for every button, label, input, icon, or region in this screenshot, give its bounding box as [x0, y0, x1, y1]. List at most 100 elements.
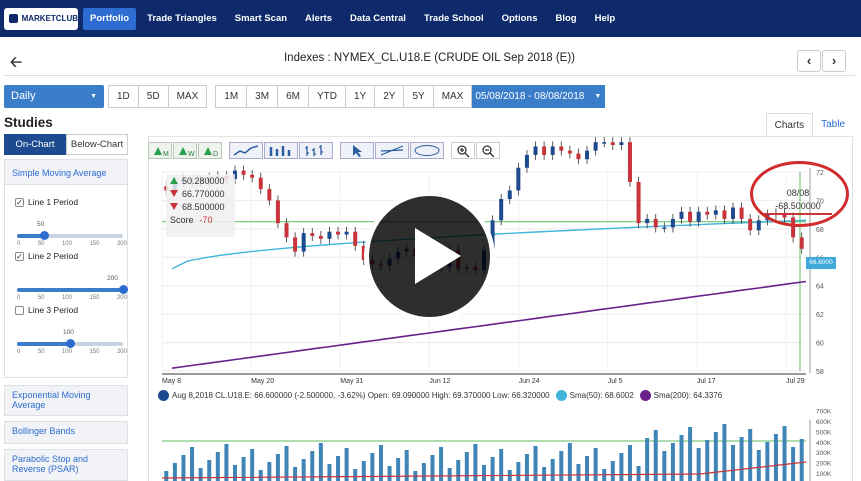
nav-options[interactable]: Options: [495, 8, 545, 30]
range-3m-button[interactable]: 3M: [246, 84, 279, 108]
line3-checkbox-row[interactable]: Line 3 Period: [15, 305, 78, 315]
studies-tabs: On-Chart Below-Chart: [4, 134, 128, 155]
line3-slider-knob[interactable]: [66, 339, 75, 348]
arrow-left-icon[interactable]: 🡠: [10, 52, 22, 77]
tab-on-chart[interactable]: On-Chart: [4, 134, 66, 155]
sma50-series-icon: [555, 390, 567, 401]
studies-title: Studies: [4, 115, 53, 130]
up-triangle-icon: [170, 177, 178, 184]
line2-value: 200: [107, 275, 118, 282]
annotation-box: 08/08 -68.500000: [764, 188, 832, 215]
interval-dropdown[interactable]: Daily ▼: [4, 84, 104, 108]
nav-alerts[interactable]: Alerts: [298, 8, 339, 30]
range-max-button[interactable]: MAX: [432, 84, 473, 108]
title-bar: Indexes : NYMEX_CL.U18.E (CRUDE OIL Sep …: [4, 44, 855, 76]
bollinger-panel[interactable]: Bollinger Bands: [4, 421, 128, 444]
chart-legend: Aug 8,2018 CL.U18.E: 66.600000 (-2.50000…: [158, 390, 722, 401]
line1-slider[interactable]: [17, 231, 123, 240]
down-signal-value-2: 68.500000: [182, 201, 225, 212]
date-range-dropdown[interactable]: 05/08/2018 - 08/08/2018 ▼: [472, 84, 606, 108]
date-range-value: 05/08/2018 - 08/08/2018: [475, 90, 585, 102]
nav-portfolio[interactable]: Portfolio: [83, 7, 137, 30]
ohlc-chart-icon[interactable]: [299, 142, 333, 159]
legend-main: Aug 8,2018 CL.U18.E: 66.600000 (-2.50000…: [172, 391, 550, 400]
sma-panel-header[interactable]: Simple Moving Average: [5, 160, 127, 185]
chevron-left-icon[interactable]: ‹: [797, 50, 821, 72]
nav-data-central[interactable]: Data Central: [343, 8, 413, 30]
toolbar-m-label: M: [163, 151, 169, 158]
up-signal-value: 50.280000: [182, 175, 225, 186]
line1-value: 50: [37, 221, 45, 228]
measure-tool-icon[interactable]: [410, 142, 444, 159]
cursor-pointer-icon[interactable]: [340, 142, 374, 159]
line2-checkbox-row[interactable]: ✓ Line 2 Period: [15, 251, 78, 261]
trendline-draw-icon[interactable]: [375, 142, 409, 159]
video-play-button[interactable]: [364, 191, 495, 322]
range-5d-button[interactable]: 5D: [137, 84, 169, 108]
caret-down-icon: ▼: [90, 92, 97, 100]
toolbar-d-label: D: [213, 151, 218, 158]
range-1m-button[interactable]: 1M: [215, 84, 248, 108]
line1-checkbox[interactable]: ✓: [15, 197, 24, 207]
down-signal-value-1: 66.770000: [182, 188, 225, 199]
chart-view-tabs: Charts Table: [765, 113, 853, 137]
bollinger-title: Bollinger Bands: [12, 426, 76, 436]
line1-slider-knob[interactable]: [39, 231, 49, 240]
range-max-intraday-button[interactable]: MAX: [167, 84, 208, 108]
tab-charts[interactable]: Charts: [765, 113, 814, 137]
chart-container: [148, 136, 853, 481]
psar-title: Parabolic Stop and Reverse (PSAR): [12, 454, 89, 474]
nav-smart-scan[interactable]: Smart Scan: [228, 8, 294, 30]
psar-panel[interactable]: Parabolic Stop and Reverse (PSAR): [4, 449, 128, 481]
line2-checkbox[interactable]: ✓: [15, 251, 24, 261]
line2-label: Line 2 Period: [28, 251, 79, 261]
range-5y-button[interactable]: 5Y: [403, 84, 434, 108]
nav-blog[interactable]: Blog: [549, 8, 584, 30]
line1-label: Line 1 Period: [28, 197, 79, 207]
daily-triangle-button[interactable]: D: [198, 142, 222, 159]
interval-value: Daily: [11, 90, 36, 102]
price-series-icon: [158, 390, 169, 401]
line3-ticks: 0 50 100 150 200: [17, 349, 127, 355]
nav-trade-triangles[interactable]: Trade Triangles: [140, 8, 224, 30]
line2-ticks: 0 50 100 150 200: [17, 295, 127, 301]
marketclub-logo[interactable]: MARKETCLUB: [4, 7, 78, 30]
range-1y-button[interactable]: 1Y: [344, 84, 376, 108]
range-6m-button[interactable]: 6M: [277, 84, 309, 108]
annotation-date: 08/08: [786, 188, 810, 198]
range-1d-button[interactable]: 1D: [108, 84, 139, 108]
zoom-out-icon[interactable]: [476, 142, 500, 159]
score-value: -70: [199, 214, 213, 225]
weekly-triangle-button[interactable]: W: [173, 142, 197, 159]
play-icon: [415, 228, 461, 284]
ema-panel[interactable]: Exponential Moving Average: [4, 385, 128, 416]
legend-sma200: Sma(200): 64.3376: [653, 391, 723, 400]
nav-trade-school[interactable]: Trade School: [417, 8, 491, 30]
line2-slider[interactable]: [17, 285, 128, 294]
logo-text: MARKETCLUB: [21, 14, 78, 23]
monthly-triangle-button[interactable]: M: [148, 142, 172, 159]
tab-table[interactable]: Table: [813, 113, 853, 137]
logo-mark-icon: [9, 14, 18, 23]
sma-title: Simple Moving Average: [12, 168, 107, 178]
score-label: Score: [170, 214, 194, 225]
last-price-tag: 66.6000: [806, 257, 836, 269]
line3-slider[interactable]: [17, 339, 123, 348]
page-title: Indexes : NYMEX_CL.U18.E (CRUDE OIL Sep …: [283, 52, 576, 64]
bar-chart-icon[interactable]: [264, 142, 298, 159]
ema-title: Exponential Moving Average: [12, 390, 91, 410]
line3-value: 100: [63, 329, 74, 336]
sma-panel: Simple Moving Average ✓ Line 1 Period 50…: [4, 159, 128, 378]
tab-below-chart[interactable]: Below-Chart: [66, 134, 128, 155]
line1-checkbox-row[interactable]: ✓ Line 1 Period: [15, 197, 78, 207]
range-2y-button[interactable]: 2Y: [374, 84, 405, 108]
range-ytd-button[interactable]: YTD: [307, 84, 346, 108]
line-chart-icon[interactable]: [229, 142, 263, 159]
nav-help[interactable]: Help: [588, 8, 623, 30]
zoom-in-icon[interactable]: [451, 142, 475, 159]
line2-slider-knob[interactable]: [119, 285, 128, 294]
toolbar-w-label: W: [188, 151, 195, 158]
chevron-right-icon[interactable]: ›: [822, 50, 846, 72]
down-triangle-icon: [170, 190, 178, 197]
line3-checkbox[interactable]: [15, 305, 24, 315]
